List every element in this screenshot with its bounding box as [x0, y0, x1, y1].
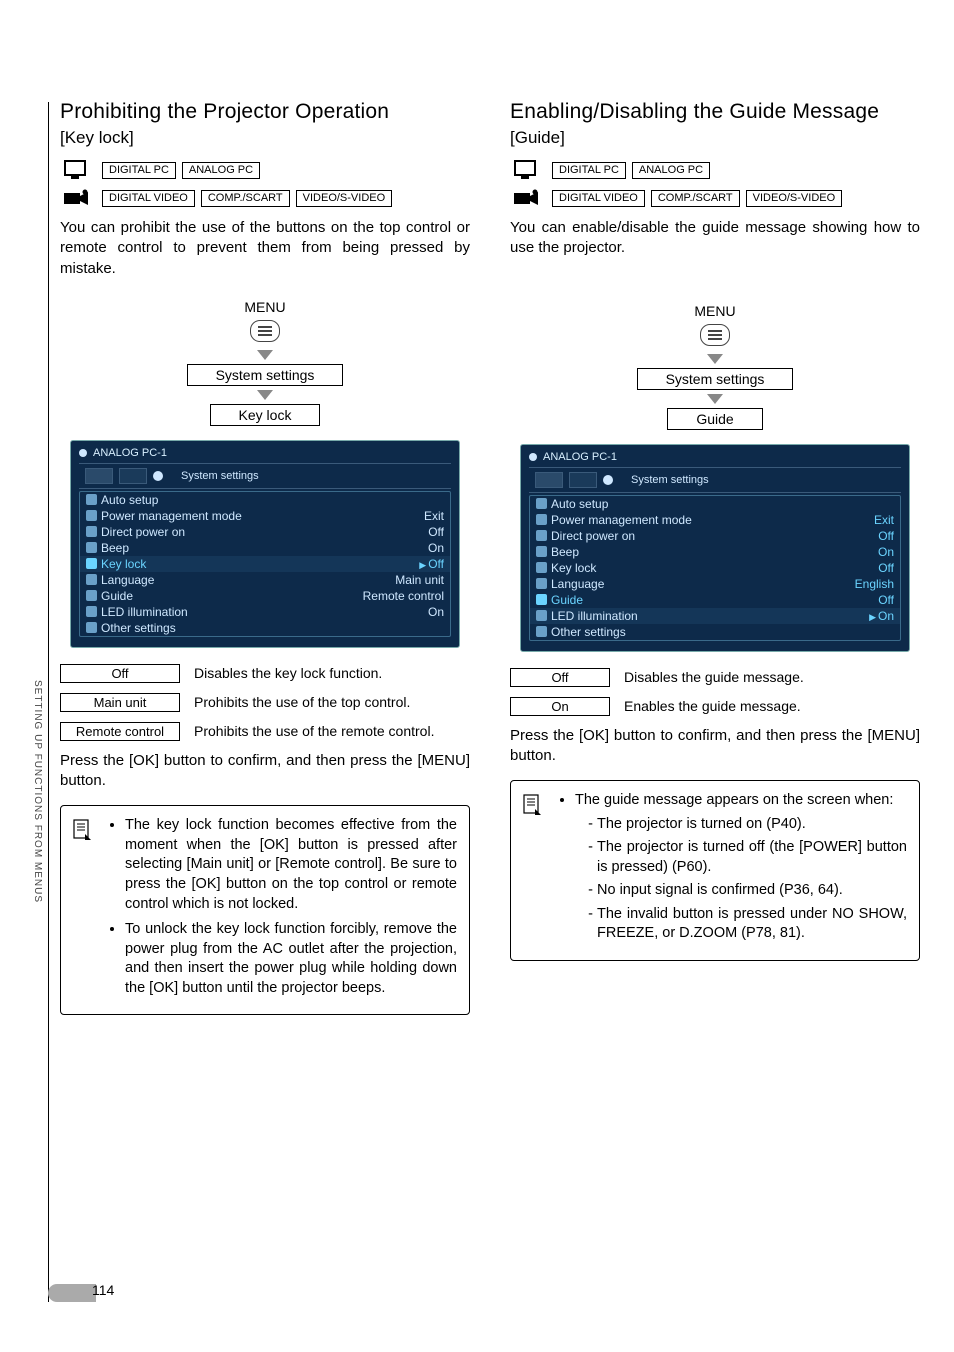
gear-icon — [153, 471, 163, 481]
arrow-down-icon — [707, 394, 723, 404]
note-item: The key lock function becomes effective … — [125, 816, 457, 914]
right-press-text: Press the [OK] button to confirm, and th… — [510, 726, 920, 767]
camera-icon — [60, 186, 94, 210]
osd-header: ANALOG PC-1 — [93, 447, 167, 459]
monitor-icon — [60, 158, 94, 182]
note-icon — [521, 791, 545, 950]
badge-digital-video: DIGITAL VIDEO — [552, 190, 645, 207]
right-flow: MENU System settings Guide — [510, 303, 920, 430]
osd-list: Auto setup Power management modeExit Dir… — [79, 491, 451, 637]
arrow-down-icon — [257, 350, 273, 360]
osd-header: ANALOG PC-1 — [543, 451, 617, 463]
note-sub-item: The invalid button is pressed under NO S… — [597, 905, 907, 944]
opt-desc: Enables the guide message. — [624, 697, 920, 715]
opt-desc: Prohibits the use of the top control. — [194, 693, 470, 711]
left-title: Prohibiting the Projector Operation — [60, 100, 470, 124]
badge-analog-pc: ANALOG PC — [632, 162, 710, 179]
side-tab-text: SETTING UP FUNCTIONS FROM MENUS — [32, 680, 43, 903]
opt-desc: Prohibits the use of the remote control. — [194, 722, 470, 740]
osd-tab-icon — [535, 472, 563, 488]
opt-desc: Disables the guide message. — [624, 668, 920, 686]
page-number: 114 — [92, 1282, 114, 1298]
opt-label: Remote control — [60, 722, 180, 741]
flow-system-box: System settings — [187, 364, 344, 386]
badge-digital-pc: DIGITAL PC — [102, 162, 176, 179]
opt-desc: Disables the key lock function. — [194, 664, 470, 682]
right-title: Enabling/Disabling the Guide Message — [510, 100, 920, 124]
pin-icon — [79, 449, 87, 457]
right-options: Off Disables the guide message. On Enables… — [510, 668, 920, 716]
compat-row-video: DIGITAL VIDEO COMP./SCART VIDEO/S-VIDEO — [510, 186, 920, 210]
left-subtitle: [Key lock] — [60, 128, 470, 148]
note-sub-item: No input signal is confirmed (P36, 64). — [597, 881, 907, 901]
note-sub-item: The projector is turned off (the [POWER]… — [597, 838, 907, 877]
compat-row-video: DIGITAL VIDEO COMP./SCART VIDEO/S-VIDEO — [60, 186, 470, 210]
left-flow: MENU System settings Key lock — [60, 299, 470, 426]
left-note: The key lock function becomes effective … — [60, 805, 470, 1015]
pin-icon — [529, 453, 537, 461]
flow-system-box: System settings — [637, 368, 794, 390]
opt-label: On — [510, 697, 610, 716]
page-tab-shape — [48, 1284, 96, 1302]
note-sub-item: The projector is turned on (P40). — [597, 815, 907, 835]
osd-screenshot-left: ANALOG PC-1 System settings Auto setup P… — [70, 440, 460, 648]
arrow-down-icon — [707, 354, 723, 364]
badge-video-svideo: VIDEO/S-VIDEO — [746, 190, 843, 207]
flow-menu-label: MENU — [60, 299, 470, 315]
flow-menu-label: MENU — [510, 303, 920, 319]
right-subtitle: [Guide] — [510, 128, 920, 148]
osd-tab-icon — [569, 472, 597, 488]
arrow-down-icon — [257, 390, 273, 400]
badge-comp-scart: COMP./SCART — [651, 190, 740, 207]
badge-comp-scart: COMP./SCART — [201, 190, 290, 207]
flow-keylock-box: Key lock — [210, 404, 321, 426]
right-intro: You can enable/disable the guide message… — [510, 218, 920, 259]
osd-tab-icon — [85, 468, 113, 484]
margin-rule-vertical — [48, 102, 49, 1302]
menu-button-icon — [250, 320, 280, 342]
gear-icon — [603, 475, 613, 485]
left-column: Prohibiting the Projector Operation [Key… — [60, 100, 470, 1015]
opt-label: Off — [60, 664, 180, 683]
osd-list: Auto setup Power management modeExit Dir… — [529, 495, 901, 641]
badge-digital-video: DIGITAL VIDEO — [102, 190, 195, 207]
note-icon — [71, 816, 95, 1004]
opt-label: Off — [510, 668, 610, 687]
right-note: The guide message appears on the screen … — [510, 780, 920, 961]
menu-button-icon — [700, 324, 730, 346]
osd-screenshot-right: ANALOG PC-1 System settings Auto setup P… — [520, 444, 910, 652]
left-options: Off Disables the key lock function. Main … — [60, 664, 470, 741]
right-column: Enabling/Disabling the Guide Message [Gu… — [510, 100, 920, 1015]
badge-analog-pc: ANALOG PC — [182, 162, 260, 179]
badge-digital-pc: DIGITAL PC — [552, 162, 626, 179]
osd-tab-title: System settings — [181, 470, 259, 482]
note-lead: The guide message appears on the screen … — [575, 791, 907, 944]
osd-tab-icon — [119, 468, 147, 484]
page-content: Prohibiting the Projector Operation [Key… — [60, 100, 920, 1015]
opt-label: Main unit — [60, 693, 180, 712]
osd-tab-title: System settings — [631, 474, 709, 486]
left-intro: You can prohibit the use of the buttons … — [60, 218, 470, 279]
compat-row-pc: DIGITAL PC ANALOG PC — [60, 158, 470, 182]
camera-icon — [510, 186, 544, 210]
badge-video-svideo: VIDEO/S-VIDEO — [296, 190, 393, 207]
left-press-text: Press the [OK] button to confirm, and th… — [60, 751, 470, 792]
flow-guide-box: Guide — [667, 408, 762, 430]
compat-row-pc: DIGITAL PC ANALOG PC — [510, 158, 920, 182]
note-item: To unlock the key lock function forcibly… — [125, 920, 457, 998]
monitor-icon — [510, 158, 544, 182]
